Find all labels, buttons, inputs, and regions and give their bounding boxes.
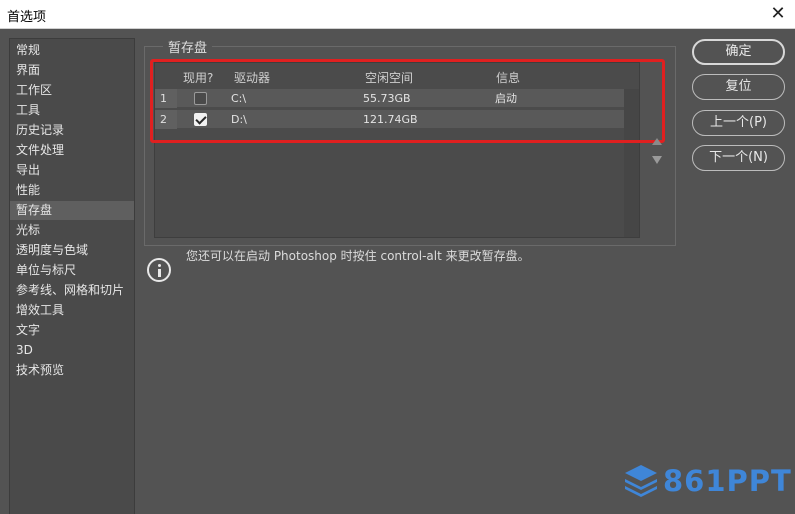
highlight-annotation [150, 59, 665, 143]
sidebar-item-units-rulers[interactable]: 单位与标尺 [10, 261, 134, 280]
sidebar-item-transparency[interactable]: 透明度与色域 [10, 241, 134, 260]
preferences-sidebar: 常规 界面 工作区 工具 历史记录 文件处理 导出 性能 暂存盘 光标 透明度与… [9, 38, 135, 514]
sidebar-item-scratch-disks[interactable]: 暂存盘 [10, 201, 134, 220]
sidebar-item-3d[interactable]: 3D [10, 341, 134, 360]
previous-button[interactable]: 上一个(P) [692, 110, 785, 136]
sidebar-item-general[interactable]: 常规 [10, 41, 134, 60]
sidebar-item-plugins[interactable]: 增效工具 [10, 301, 134, 320]
sidebar-item-workspace[interactable]: 工作区 [10, 81, 134, 100]
info-text: 您还可以在启动 Photoshop 时按住 control-alt 来更改暂存盘… [186, 249, 530, 263]
move-up-arrow-icon[interactable] [652, 138, 662, 145]
watermark-text: 861PPT [663, 464, 792, 498]
ok-button[interactable]: 确定 [692, 39, 785, 65]
reset-button[interactable]: 复位 [692, 74, 785, 100]
sidebar-item-tools[interactable]: 工具 [10, 101, 134, 120]
group-title: 暂存盘 [163, 37, 213, 56]
sidebar-item-file-handling[interactable]: 文件处理 [10, 141, 134, 160]
window-title: 首选项 [7, 10, 47, 25]
sidebar-item-cursors[interactable]: 光标 [10, 221, 134, 240]
sidebar-item-tech-preview[interactable]: 技术预览 [10, 361, 134, 380]
sidebar-item-interface[interactable]: 界面 [10, 61, 134, 80]
info-icon [147, 258, 171, 282]
title-bar: 首选项 ✕ [0, 0, 795, 29]
sidebar-item-history[interactable]: 历史记录 [10, 121, 134, 140]
sidebar-item-type[interactable]: 文字 [10, 321, 134, 340]
watermark: 861PPT [623, 462, 791, 498]
move-down-arrow-icon[interactable] [652, 156, 662, 164]
layers-logo-icon [625, 465, 657, 497]
sidebar-item-guides-grid[interactable]: 参考线、网格和切片 [10, 281, 134, 300]
close-icon[interactable]: ✕ [767, 3, 789, 25]
next-button[interactable]: 下一个(N) [692, 145, 785, 171]
sidebar-item-performance[interactable]: 性能 [10, 181, 134, 200]
sidebar-item-export[interactable]: 导出 [10, 161, 134, 180]
